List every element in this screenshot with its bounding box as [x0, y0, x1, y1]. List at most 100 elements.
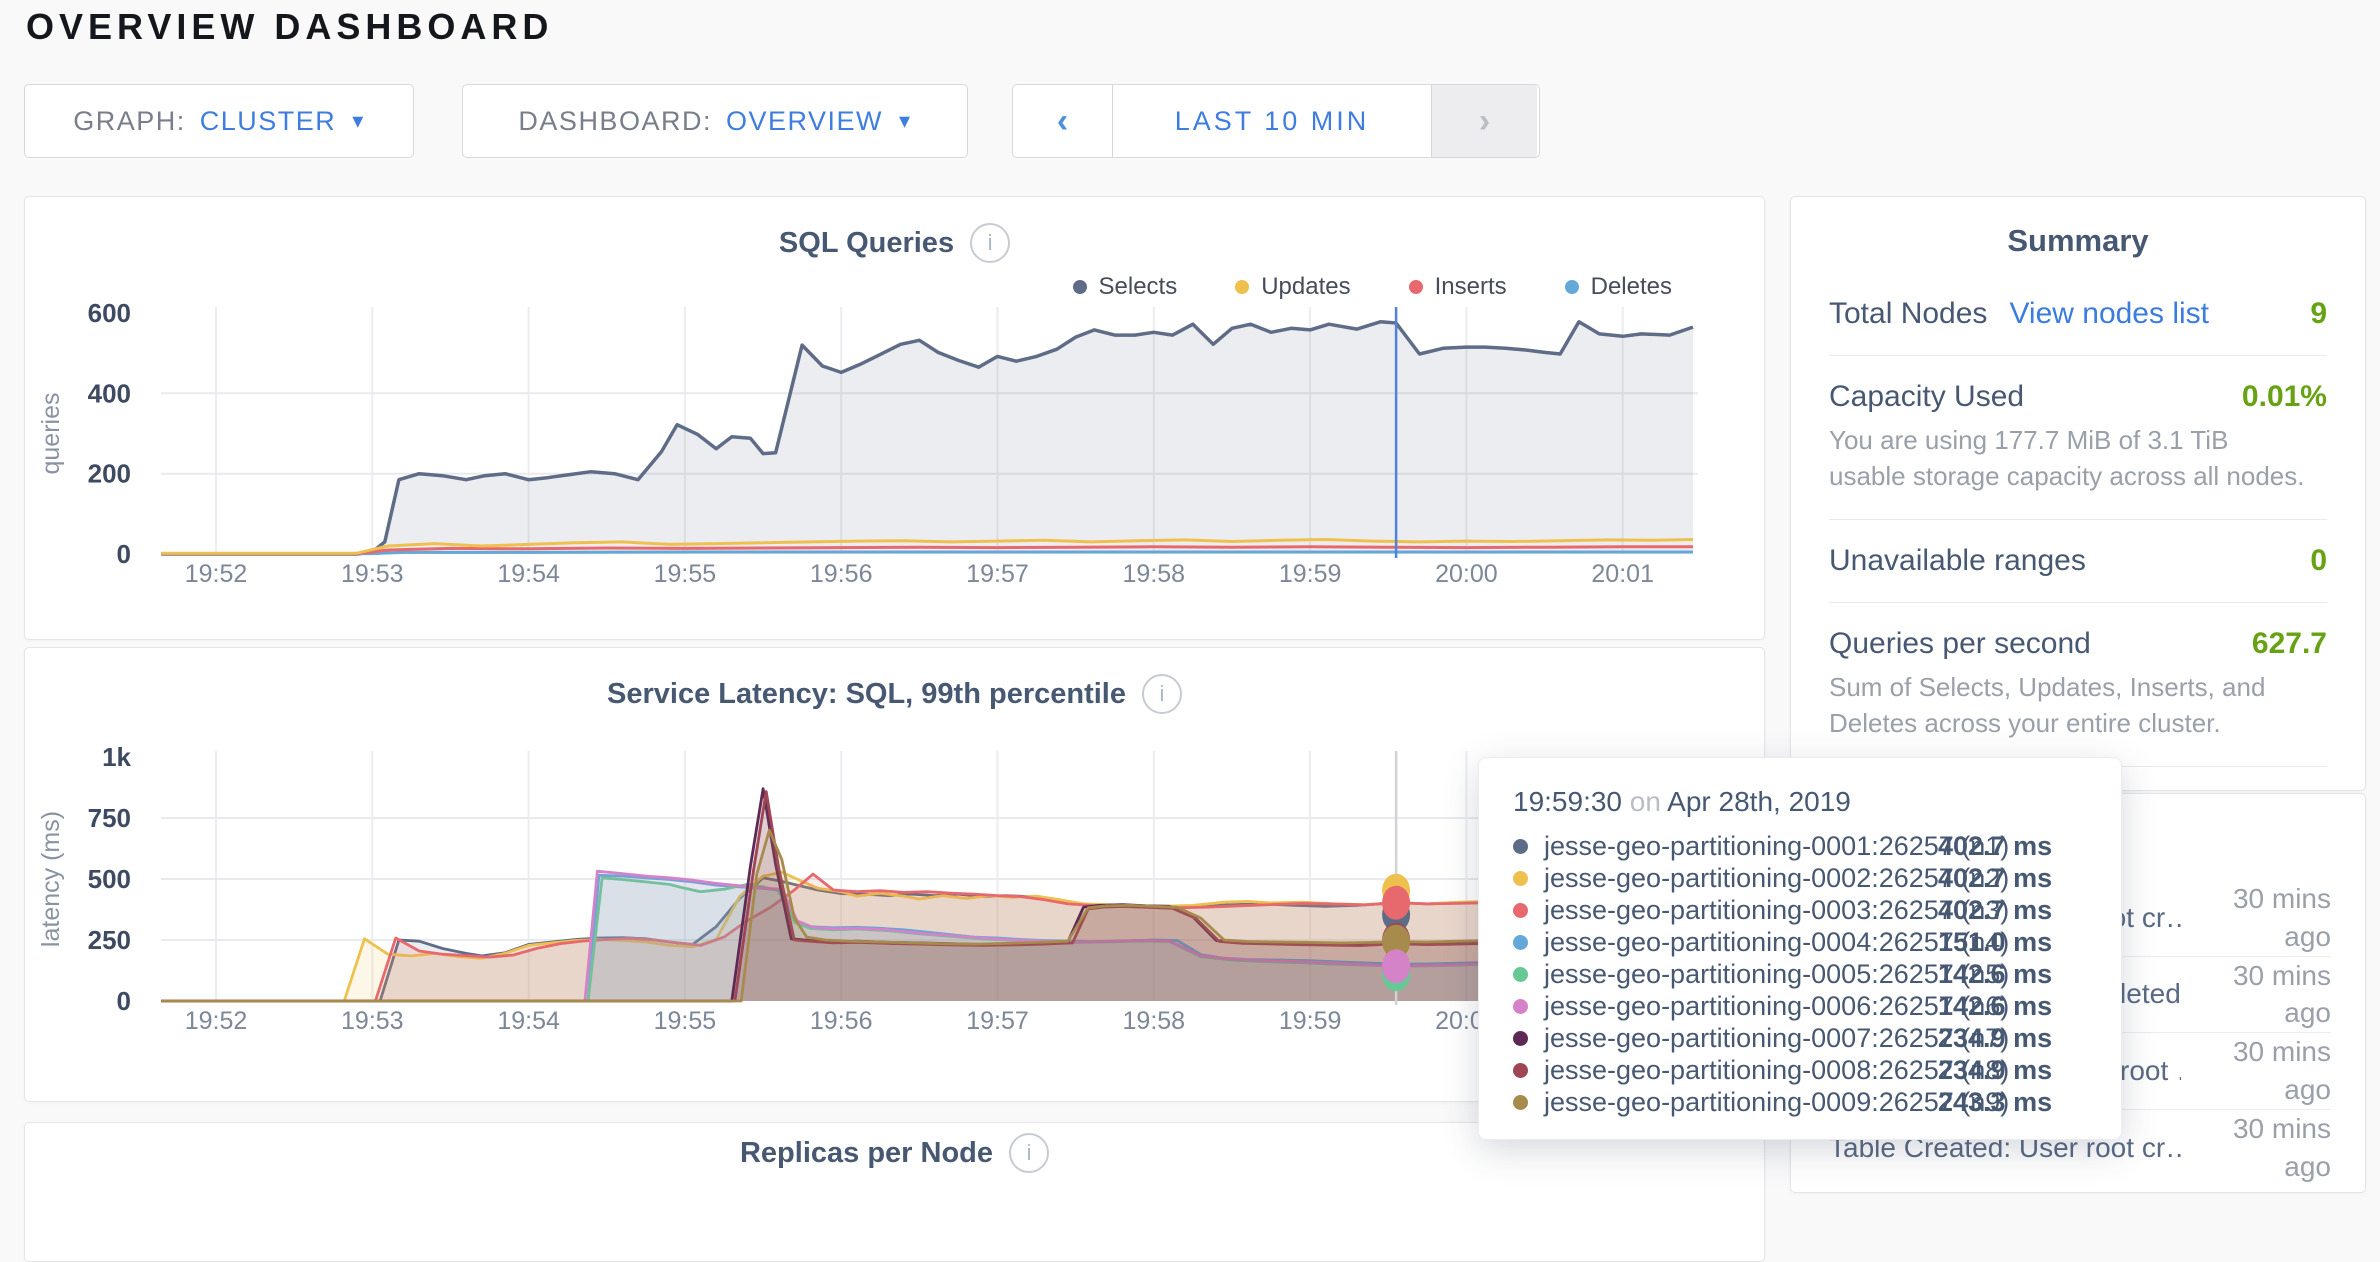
summary-row-capacity: Capacity Used 0.01% You are using 177.7 … [1829, 356, 2327, 520]
info-icon[interactable]: i [1009, 1133, 1049, 1173]
svg-text:500: 500 [88, 864, 131, 894]
sql-queries-chart[interactable]: 19:5219:5319:5419:5519:5619:5719:5819:59… [25, 197, 1766, 646]
total-nodes-label: Total Nodes [1829, 297, 1987, 331]
svg-text:19:54: 19:54 [497, 560, 560, 588]
unavailable-value: 0 [2310, 544, 2327, 578]
event-time: 30 mins ago [2181, 1033, 2331, 1109]
overview-dashboard-page: { "page": {"title": "OVERVIEW DASHBOARD"… [0, 0, 2380, 1164]
tooltip-timestamp: 19:59:30 on Apr 28th, 2019 [1513, 786, 2087, 818]
svg-text:20:00: 20:00 [1435, 560, 1498, 588]
svg-text:19:53: 19:53 [341, 1007, 404, 1035]
svg-text:19:58: 19:58 [1123, 1007, 1186, 1035]
view-nodes-list-link[interactable]: View nodes list [2009, 297, 2209, 331]
tooltip-node-value: 142.6 ms [1938, 959, 2052, 990]
tooltip-row: jesse-geo-partitioning-0007:26257 (n7) 2… [1513, 1022, 2087, 1054]
tooltip-node-name: jesse-geo-partitioning-0003:26257 (n3) [1544, 895, 1938, 926]
svg-text:19:55: 19:55 [654, 560, 717, 588]
tooltip-row: jesse-geo-partitioning-0009:26257 (n9) 2… [1513, 1086, 2087, 1118]
graph-dropdown[interactable]: GRAPH: CLUSTER ▾ [24, 84, 414, 158]
tooltip-node-name: jesse-geo-partitioning-0005:26257 (n5) [1544, 959, 1938, 990]
summary-row-total-nodes: Total Nodes View nodes list 9 [1829, 273, 2327, 356]
page-title: OVERVIEW DASHBOARD [26, 6, 553, 48]
svg-text:19:52: 19:52 [185, 1007, 248, 1035]
node-dot-icon [1513, 935, 1528, 950]
tooltip-node-value: 402.7 ms [1938, 831, 2052, 862]
svg-text:latency (ms): latency (ms) [37, 811, 65, 947]
qps-value: 627.7 [2252, 627, 2327, 661]
svg-text:19:57: 19:57 [966, 1007, 1029, 1035]
tooltip-node-name: jesse-geo-partitioning-0006:26257 (n6) [1544, 991, 1938, 1022]
node-dot-icon [1513, 903, 1528, 918]
tooltip-node-value: 151.0 ms [1938, 927, 2052, 958]
svg-text:19:59: 19:59 [1279, 1007, 1342, 1035]
event-time: 30 mins ago [2181, 880, 2331, 956]
svg-text:0: 0 [117, 539, 131, 569]
tooltip-node-value: 142.6 ms [1938, 991, 2052, 1022]
tooltip-node-name: jesse-geo-partitioning-0007:26257 (n7) [1544, 1023, 1938, 1054]
dashboard-dropdown[interactable]: DASHBOARD: OVERVIEW ▾ [462, 84, 968, 158]
svg-text:19:55: 19:55 [654, 1007, 717, 1035]
tooltip-row: jesse-geo-partitioning-0006:26257 (n6) 1… [1513, 990, 2087, 1022]
tooltip-row: jesse-geo-partitioning-0008:26257 (n8) 2… [1513, 1054, 2087, 1086]
replicas-per-node-card: Replicas per Node i [24, 1122, 1765, 1262]
tooltip-node-name: jesse-geo-partitioning-0001:26257 (n1) [1544, 831, 1938, 862]
tooltip-node-value: 243.3 ms [1938, 1087, 2052, 1118]
chart-hover-tooltip: 19:59:30 on Apr 28th, 2019 jesse-geo-par… [1478, 757, 2122, 1140]
chevron-left-icon: ‹ [1057, 102, 1068, 141]
svg-text:400: 400 [88, 378, 131, 408]
tooltip-node-name: jesse-geo-partitioning-0002:26257 (n2) [1544, 863, 1938, 894]
svg-text:19:59: 19:59 [1279, 560, 1342, 588]
tooltip-rows: jesse-geo-partitioning-0001:26257 (n1) 4… [1513, 830, 2087, 1118]
svg-text:19:52: 19:52 [185, 560, 248, 588]
qps-label: Queries per second [1829, 627, 2091, 661]
svg-text:19:57: 19:57 [966, 560, 1029, 588]
tooltip-node-name: jesse-geo-partitioning-0004:26257 (n4) [1544, 927, 1938, 958]
capacity-label: Capacity Used [1829, 380, 2024, 414]
chevron-down-icon: ▾ [352, 108, 365, 134]
node-dot-icon [1513, 839, 1528, 854]
node-dot-icon [1513, 1095, 1528, 1110]
svg-text:20:01: 20:01 [1591, 560, 1654, 588]
tooltip-row: jesse-geo-partitioning-0003:26257 (n3) 4… [1513, 894, 2087, 926]
svg-text:600: 600 [88, 298, 131, 328]
svg-text:250: 250 [88, 925, 131, 955]
replicas-title: Replicas per Node [740, 1137, 993, 1170]
node-dot-icon [1513, 871, 1528, 886]
node-dot-icon [1513, 1031, 1528, 1046]
svg-text:200: 200 [88, 459, 131, 489]
qps-subtext: Sum of Selects, Updates, Inserts, and De… [1829, 669, 2309, 742]
tooltip-row: jesse-geo-partitioning-0002:26257 (n2) 4… [1513, 862, 2087, 894]
event-time: 30 mins ago [2181, 1110, 2331, 1186]
time-range-next-button[interactable]: › [1431, 85, 1537, 157]
summary-row-qps: Queries per second 627.7 Sum of Selects,… [1829, 603, 2327, 767]
node-dot-icon [1513, 999, 1528, 1014]
time-range-label[interactable]: LAST 10 MIN [1113, 85, 1431, 157]
unavailable-label: Unavailable ranges [1829, 544, 2086, 578]
tooltip-node-value: 402.7 ms [1938, 895, 2052, 926]
svg-text:19:54: 19:54 [497, 1007, 560, 1035]
node-dot-icon [1513, 967, 1528, 982]
time-range-prev-button[interactable]: ‹ [1013, 85, 1113, 157]
svg-text:19:58: 19:58 [1123, 560, 1186, 588]
summary-title: Summary [1829, 223, 2327, 259]
tooltip-node-value: 402.7 ms [1938, 863, 2052, 894]
tooltip-node-name: jesse-geo-partitioning-0009:26257 (n9) [1544, 1087, 1938, 1118]
tooltip-row: jesse-geo-partitioning-0005:26257 (n5) 1… [1513, 958, 2087, 990]
node-dot-icon [1513, 1063, 1528, 1078]
tooltip-row: jesse-geo-partitioning-0004:26257 (n4) 1… [1513, 926, 2087, 958]
sql-queries-card: SQL Queries i Selects Updates Inserts De… [24, 196, 1765, 640]
event-time: 30 mins ago [2181, 957, 2331, 1033]
time-range-selector: ‹ LAST 10 MIN › [1012, 84, 1540, 158]
summary-row-unavailable: Unavailable ranges 0 [1829, 520, 2327, 603]
tooltip-node-value: 234.9 ms [1938, 1055, 2052, 1086]
dashboard-dropdown-label: DASHBOARD: [518, 106, 712, 137]
capacity-subtext: You are using 177.7 MiB of 3.1 TiB usabl… [1829, 422, 2309, 495]
graph-dropdown-label: GRAPH: [73, 106, 186, 137]
svg-text:1k: 1k [102, 742, 131, 772]
chevron-right-icon: › [1479, 102, 1490, 141]
svg-text:0: 0 [117, 986, 131, 1016]
tooltip-node-value: 234.9 ms [1938, 1023, 2052, 1054]
tooltip-row: jesse-geo-partitioning-0001:26257 (n1) 4… [1513, 830, 2087, 862]
tooltip-node-name: jesse-geo-partitioning-0008:26257 (n8) [1544, 1055, 1938, 1086]
svg-text:750: 750 [88, 803, 131, 833]
